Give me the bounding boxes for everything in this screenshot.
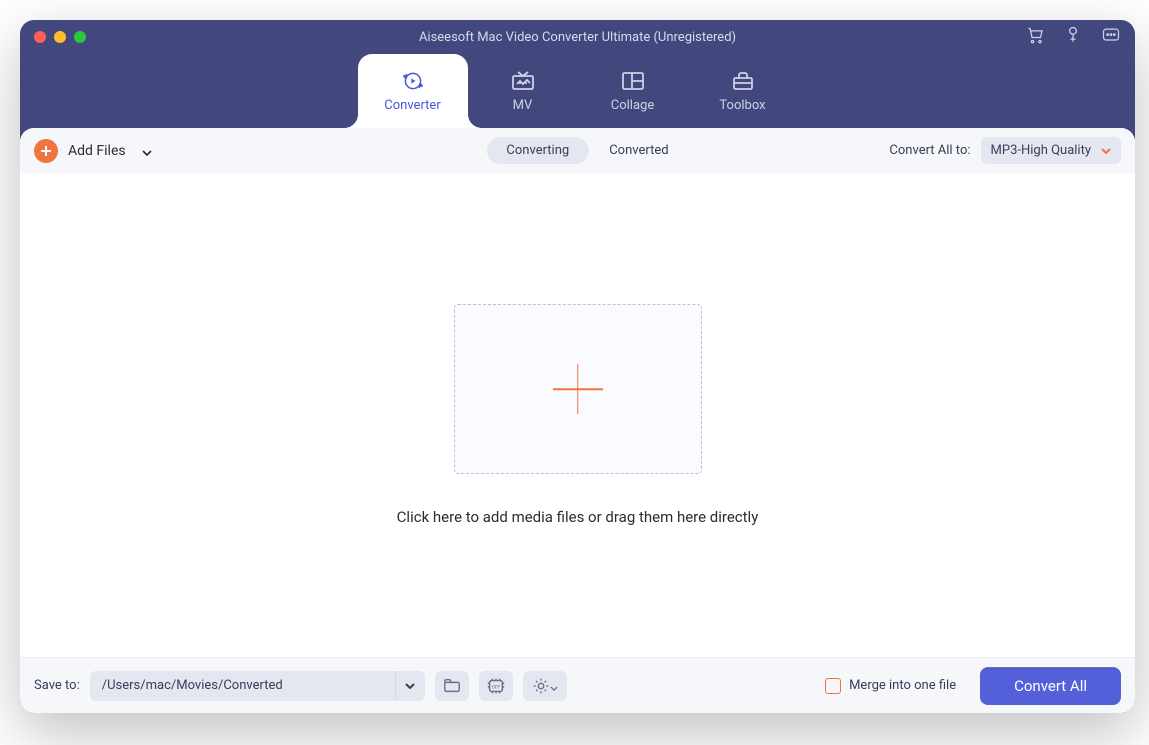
open-folder-button[interactable]: [435, 671, 469, 701]
maximize-window-button[interactable]: [74, 31, 86, 43]
chevron-down-icon[interactable]: [142, 141, 152, 160]
add-media-dropzone[interactable]: [454, 304, 702, 474]
status-segment: Converting Converted: [486, 137, 668, 164]
cart-icon[interactable]: [1025, 25, 1045, 49]
tab-converter[interactable]: Converter: [358, 54, 468, 128]
output-format-dropdown[interactable]: MP3-High Quality: [981, 137, 1121, 164]
tab-collage[interactable]: Collage: [578, 54, 688, 128]
tab-label: MV: [513, 98, 533, 113]
feedback-icon[interactable]: [1101, 25, 1121, 49]
segment-converting[interactable]: Converting: [486, 137, 589, 164]
window-title: Aiseesoft Mac Video Converter Ultimate (…: [20, 30, 1135, 45]
chevron-down-icon: [1101, 143, 1111, 158]
svg-text:OFF: OFF: [492, 684, 501, 690]
tab-mv[interactable]: MV: [468, 54, 578, 128]
window-controls: [34, 31, 86, 43]
settings-button[interactable]: [523, 671, 567, 701]
convert-all-to-label: Convert All to:: [889, 143, 970, 158]
titlebar: Aiseesoft Mac Video Converter Ultimate (…: [20, 20, 1135, 54]
minimize-window-button[interactable]: [54, 31, 66, 43]
save-path-value: /Users/mac/Movies/Converted: [102, 678, 283, 693]
output-format-value: MP3-High Quality: [991, 143, 1091, 158]
chevron-down-icon: [550, 676, 558, 695]
main-area: Click here to add media files or drag th…: [20, 173, 1135, 657]
key-icon[interactable]: [1063, 25, 1083, 49]
hardware-accel-button[interactable]: OFF: [479, 671, 513, 701]
add-files-label: Add Files: [68, 143, 126, 159]
save-to-label: Save to:: [34, 678, 80, 693]
sub-toolbar: Add Files Converting Converted Convert A…: [20, 128, 1135, 173]
convert-all-button[interactable]: Convert All: [980, 667, 1121, 705]
tab-label: Collage: [611, 98, 654, 113]
chevron-down-icon: [395, 671, 425, 701]
checkbox-icon: [825, 678, 841, 694]
tab-label: Toolbox: [719, 98, 765, 113]
plus-icon: [553, 364, 603, 414]
tab-label: Converter: [384, 98, 440, 113]
footer-bar: Save to: /Users/mac/Movies/Converted OFF: [20, 657, 1135, 713]
app-window: Aiseesoft Mac Video Converter Ultimate (…: [20, 20, 1135, 713]
main-tabs: Converter MV Collage Toolbox: [20, 54, 1135, 128]
dropzone-hint: Click here to add media files or drag th…: [397, 508, 759, 526]
close-window-button[interactable]: [34, 31, 46, 43]
merge-into-one-checkbox[interactable]: Merge into one file: [825, 678, 956, 694]
plus-icon: [34, 139, 58, 163]
merge-label: Merge into one file: [849, 678, 956, 693]
segment-converted[interactable]: Converted: [609, 143, 668, 158]
content-body: Add Files Converting Converted Convert A…: [20, 128, 1135, 713]
add-files-button[interactable]: Add Files: [34, 139, 152, 163]
tab-toolbox[interactable]: Toolbox: [688, 54, 798, 128]
save-path-dropdown[interactable]: /Users/mac/Movies/Converted: [90, 671, 425, 701]
